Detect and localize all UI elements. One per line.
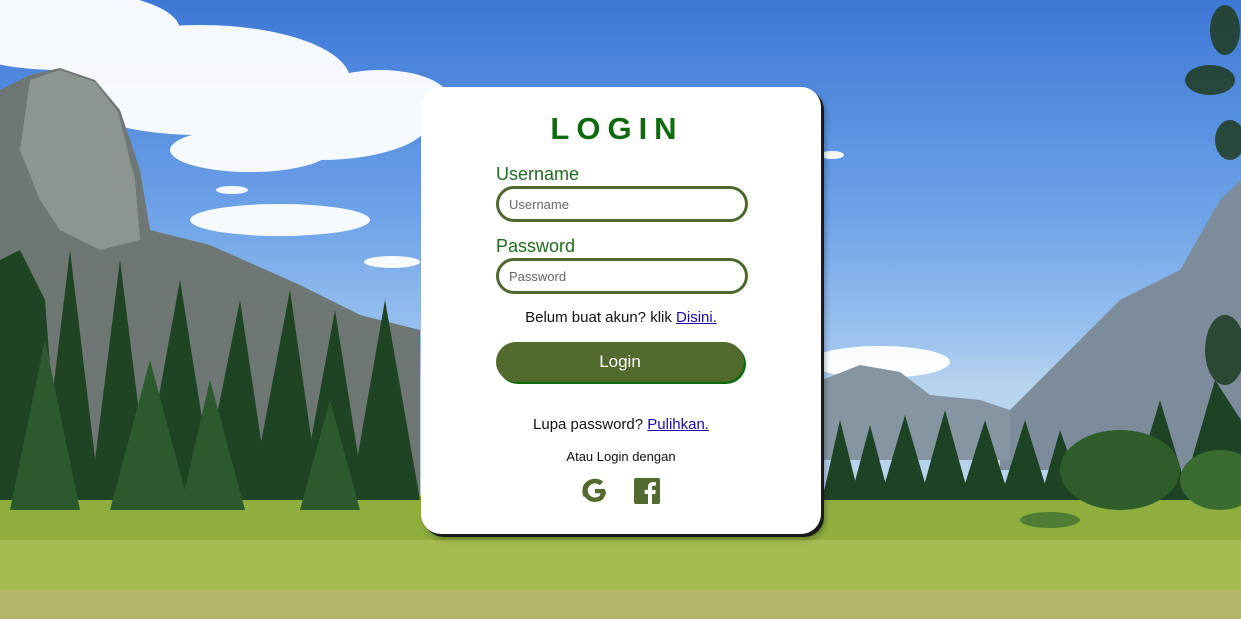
username-label: Username [496, 164, 580, 184]
login-title: LOGIN [550, 111, 684, 146]
password-label: Password [496, 236, 576, 256]
forgot-prompt-text: Lupa password? [533, 416, 644, 433]
login-button[interactable]: Login [496, 342, 744, 382]
username-input[interactable] [496, 186, 748, 222]
forgot-password-line: Lupa password? Pulihkan. [421, 416, 821, 433]
signup-link[interactable]: Disini. [676, 309, 717, 326]
google-icon[interactable] [582, 478, 608, 504]
login-card: LOGIN Username Password Belum buat akun?… [421, 87, 821, 534]
signup-prompt-line: Belum buat akun? klik Disini. [421, 309, 821, 326]
alt-login-text: Atau Login dengan [566, 449, 676, 464]
facebook-icon[interactable] [634, 478, 660, 504]
signup-prompt-text: Belum buat akun? klik [525, 309, 672, 326]
recover-password-link[interactable]: Pulihkan. [647, 416, 709, 433]
password-input[interactable] [496, 258, 748, 294]
